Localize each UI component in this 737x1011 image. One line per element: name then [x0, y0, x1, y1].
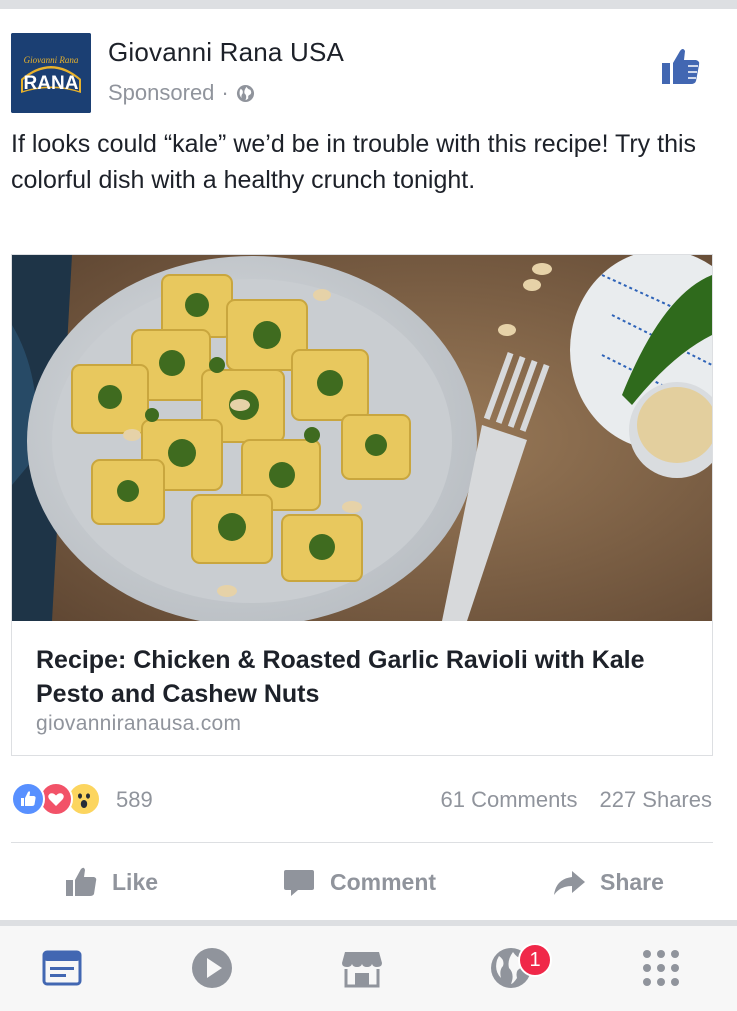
reaction-like-icon: [11, 782, 45, 816]
post-actions: Like Comment Share: [0, 858, 737, 906]
comment-bubble-icon: [284, 870, 314, 896]
video-tab-icon[interactable]: [190, 946, 234, 990]
comment-button[interactable]: Comment: [282, 858, 436, 906]
page-name[interactable]: Giovanni Rana USA: [108, 37, 344, 68]
menu-grid-icon[interactable]: [639, 946, 683, 990]
separator-dot: ·: [221, 80, 229, 105]
comments-count[interactable]: 61 Comments: [441, 787, 578, 813]
ravioli-photo: [12, 255, 712, 621]
actions-divider: [11, 842, 713, 843]
rana-logo: Giovanni Rana RANA: [11, 33, 91, 113]
link-card[interactable]: Recipe: Chicken & Roasted Garlic Ravioli…: [11, 254, 713, 756]
link-image[interactable]: [12, 255, 712, 621]
shares-count[interactable]: 227 Shares: [599, 787, 712, 813]
link-title[interactable]: Recipe: Chicken & Roasted Garlic Ravioli…: [36, 643, 686, 711]
page-avatar[interactable]: Giovanni Rana RANA: [11, 33, 91, 113]
reaction-icons[interactable]: [11, 782, 121, 816]
reaction-count[interactable]: 589: [116, 787, 153, 813]
logo-script-text: Giovanni Rana: [24, 55, 79, 65]
share-arrow-icon: [554, 871, 585, 895]
globe-icon: [236, 84, 254, 102]
top-separator: [0, 0, 737, 9]
news-feed-tab-icon[interactable]: [40, 946, 84, 990]
logo-text: RANA: [24, 73, 79, 94]
comment-label: Comment: [330, 868, 437, 895]
notifications-badge: 1: [518, 943, 552, 977]
marketplace-tab-icon[interactable]: [340, 946, 384, 990]
sponsored-label: Sponsored: [108, 80, 215, 105]
share-button[interactable]: Share: [552, 858, 664, 906]
like-label: Like: [112, 868, 159, 895]
like-button[interactable]: Like: [64, 858, 158, 906]
post-message: If looks could “kale” we’d be in trouble…: [11, 130, 697, 194]
sponsored-row: Sponsored ·: [108, 80, 255, 106]
like-thumb-icon: [66, 867, 97, 896]
engagement-counts: 61 Comments 227 Shares: [441, 787, 712, 813]
like-page-thumb-icon[interactable]: [660, 46, 702, 86]
share-label: Share: [600, 868, 664, 895]
tab-bar: [0, 926, 737, 1011]
link-domain: giovanniranausa.com: [36, 712, 242, 735]
